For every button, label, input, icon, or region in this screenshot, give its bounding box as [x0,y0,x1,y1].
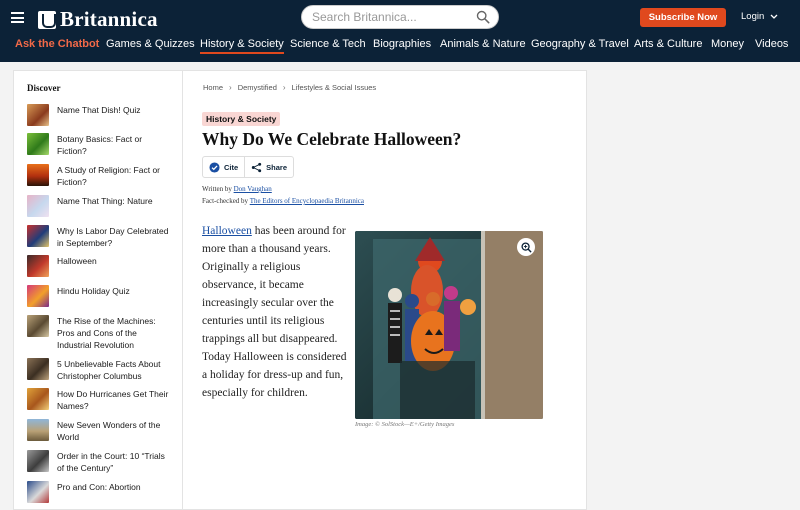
sidebar-item-label: The Rise of the Machines: Pros and Cons … [57,316,156,350]
search-input[interactable] [312,6,472,28]
search-box [301,5,499,29]
nav-animals-nature[interactable]: Animals & Nature [440,38,526,50]
thumbnail-image [27,164,49,186]
subscribe-button[interactable]: Subscribe Now [640,8,726,27]
fact-check-byline: Fact-checked by The Editors of Encyclopa… [202,197,364,205]
britannica-logo[interactable]: Britannica [38,7,158,32]
thistle-logo-icon [38,10,56,29]
sidebar-item-label: Order in the Court: 10 “Trials of the Ce… [57,451,165,473]
zoom-button[interactable] [517,238,535,256]
thumbnail-image [27,133,49,155]
sidebar-item-label: Hindu Holiday Quiz [57,286,130,296]
sidebar-item-label: Botany Basics: Fact or Fiction? [57,134,143,156]
discover-sidebar: Discover Name That Dish! Quiz Botany Bas… [13,70,182,510]
nav-history-society[interactable]: History & Society [200,38,284,54]
nav-biographies[interactable]: Biographies [373,38,431,50]
check-badge-icon [209,161,220,173]
halloween-link[interactable]: Halloween [202,225,252,237]
sidebar-item-rise-of-the-machines[interactable]: The Rise of the Machines: Pros and Cons … [27,315,169,351]
search-icon[interactable] [476,10,490,24]
sidebar-item-labor-day[interactable]: Why Is Labor Day Celebrated in September… [27,225,169,249]
sidebar-item-new-seven-wonders[interactable]: New Seven Wonders of the World [27,419,169,443]
sidebar-item-hindu-holiday-quiz[interactable]: Hindu Holiday Quiz [27,285,169,307]
breadcrumb-demystified[interactable]: Demystified [238,83,277,92]
thumbnail-image [27,358,49,380]
sidebar-item-christopher-columbus[interactable]: 5 Unbelievable Facts About Christopher C… [27,358,169,382]
sidebar-item-name-that-dish[interactable]: Name That Dish! Quiz [27,104,169,126]
sidebar-item-label: Name That Dish! Quiz [57,105,141,115]
sidebar-item-label: A Study of Religion: Fact or Fiction? [57,165,160,187]
top-bar: Britannica Subscribe Now Login Ask the C… [0,0,800,62]
nav-geography-travel[interactable]: Geography & Travel [531,38,629,50]
sidebar-item-hurricanes[interactable]: How Do Hurricanes Get Their Names? [27,388,169,412]
thumbnail-image [27,104,49,126]
thumbnail-image [27,419,49,441]
sidebar-item-label: New Seven Wonders of the World [57,420,161,442]
thumbnail-image [27,255,49,277]
image-caption: Image: © SolStock—E+/Getty Images [355,421,455,428]
nav-science-tech[interactable]: Science & Tech [290,38,366,50]
body-paragraph: has been around for more than a thousand… [202,225,347,399]
article-image[interactable] [355,231,543,419]
sidebar-item-label: 5 Unbelievable Facts About Christopher C… [57,359,161,381]
thumbnail-image [27,388,49,410]
nav-games-quizzes[interactable]: Games & Quizzes [106,38,195,50]
chevron-down-icon [770,14,778,19]
halloween-photo [355,231,543,419]
zoom-in-icon [520,241,532,253]
sidebar-item-botany-basics[interactable]: Botany Basics: Fact or Fiction? [27,133,169,157]
fact-checked-label: Fact-checked by [202,197,249,205]
cite-label: Cite [224,162,239,172]
thumbnail-image [27,285,49,307]
article-body: Halloween has been around for more than … [202,222,352,402]
sidebar-item-trials-of-the-century[interactable]: Order in the Court: 10 “Trials of the Ce… [27,450,169,474]
article-panel: Home › Demystified › Lifestyles & Social… [182,70,587,510]
written-by-label: Written by [202,185,232,193]
nav-videos[interactable]: Videos [755,38,788,50]
login-button[interactable]: Login [741,11,778,22]
thumbnail-image [27,195,49,217]
chevron-right-icon: › [282,83,286,92]
sidebar-item-label: Pro and Con: Abortion [57,482,141,492]
thumbnail-image [27,450,49,472]
sidebar-title: Discover [27,83,61,93]
sidebar-item-label: Why Is Labor Day Celebrated in September… [57,226,169,248]
article-actions: Cite Share [202,156,295,178]
nav-ask-the-chatbot[interactable]: Ask the Chatbot [15,38,99,50]
sidebar-item-study-of-religion[interactable]: A Study of Religion: Fact or Fiction? [27,164,169,188]
sidebar-item-label: Halloween [57,256,97,266]
fact-checker-link[interactable]: The Editors of Encyclopaedia Britannica [250,197,364,205]
nav-money[interactable]: Money [711,38,744,50]
cite-button[interactable]: Cite [203,157,244,177]
menu-icon[interactable] [11,12,24,23]
share-icon [251,162,262,172]
author-link[interactable]: Don Vaughan [234,185,272,193]
sidebar-item-halloween[interactable]: Halloween [27,255,169,277]
share-label: Share [266,162,288,172]
thumbnail-image [27,315,49,337]
sidebar-item-label: How Do Hurricanes Get Their Names? [57,389,169,411]
thumbnail-image [27,225,49,247]
sidebar-item-name-that-thing[interactable]: Name That Thing: Nature [27,195,169,217]
logo-text: Britannica [60,7,158,31]
breadcrumb-home[interactable]: Home [203,83,223,92]
main-nav: Ask the Chatbot Games & Quizzes History … [0,36,800,56]
sidebar-item-label: Name That Thing: Nature [57,196,153,206]
breadcrumb: Home › Demystified › Lifestyles & Social… [203,83,376,92]
category-tag[interactable]: History & Society [202,112,281,126]
author-byline: Written by Don Vaughan [202,185,272,193]
chevron-right-icon: › [229,83,232,92]
nav-arts-culture[interactable]: Arts & Culture [634,38,702,50]
article-title: Why Do We Celebrate Halloween? [202,129,462,149]
breadcrumb-lifestyles[interactable]: Lifestyles & Social Issues [292,83,377,92]
login-label: Login [741,11,765,22]
share-button[interactable]: Share [244,157,293,177]
